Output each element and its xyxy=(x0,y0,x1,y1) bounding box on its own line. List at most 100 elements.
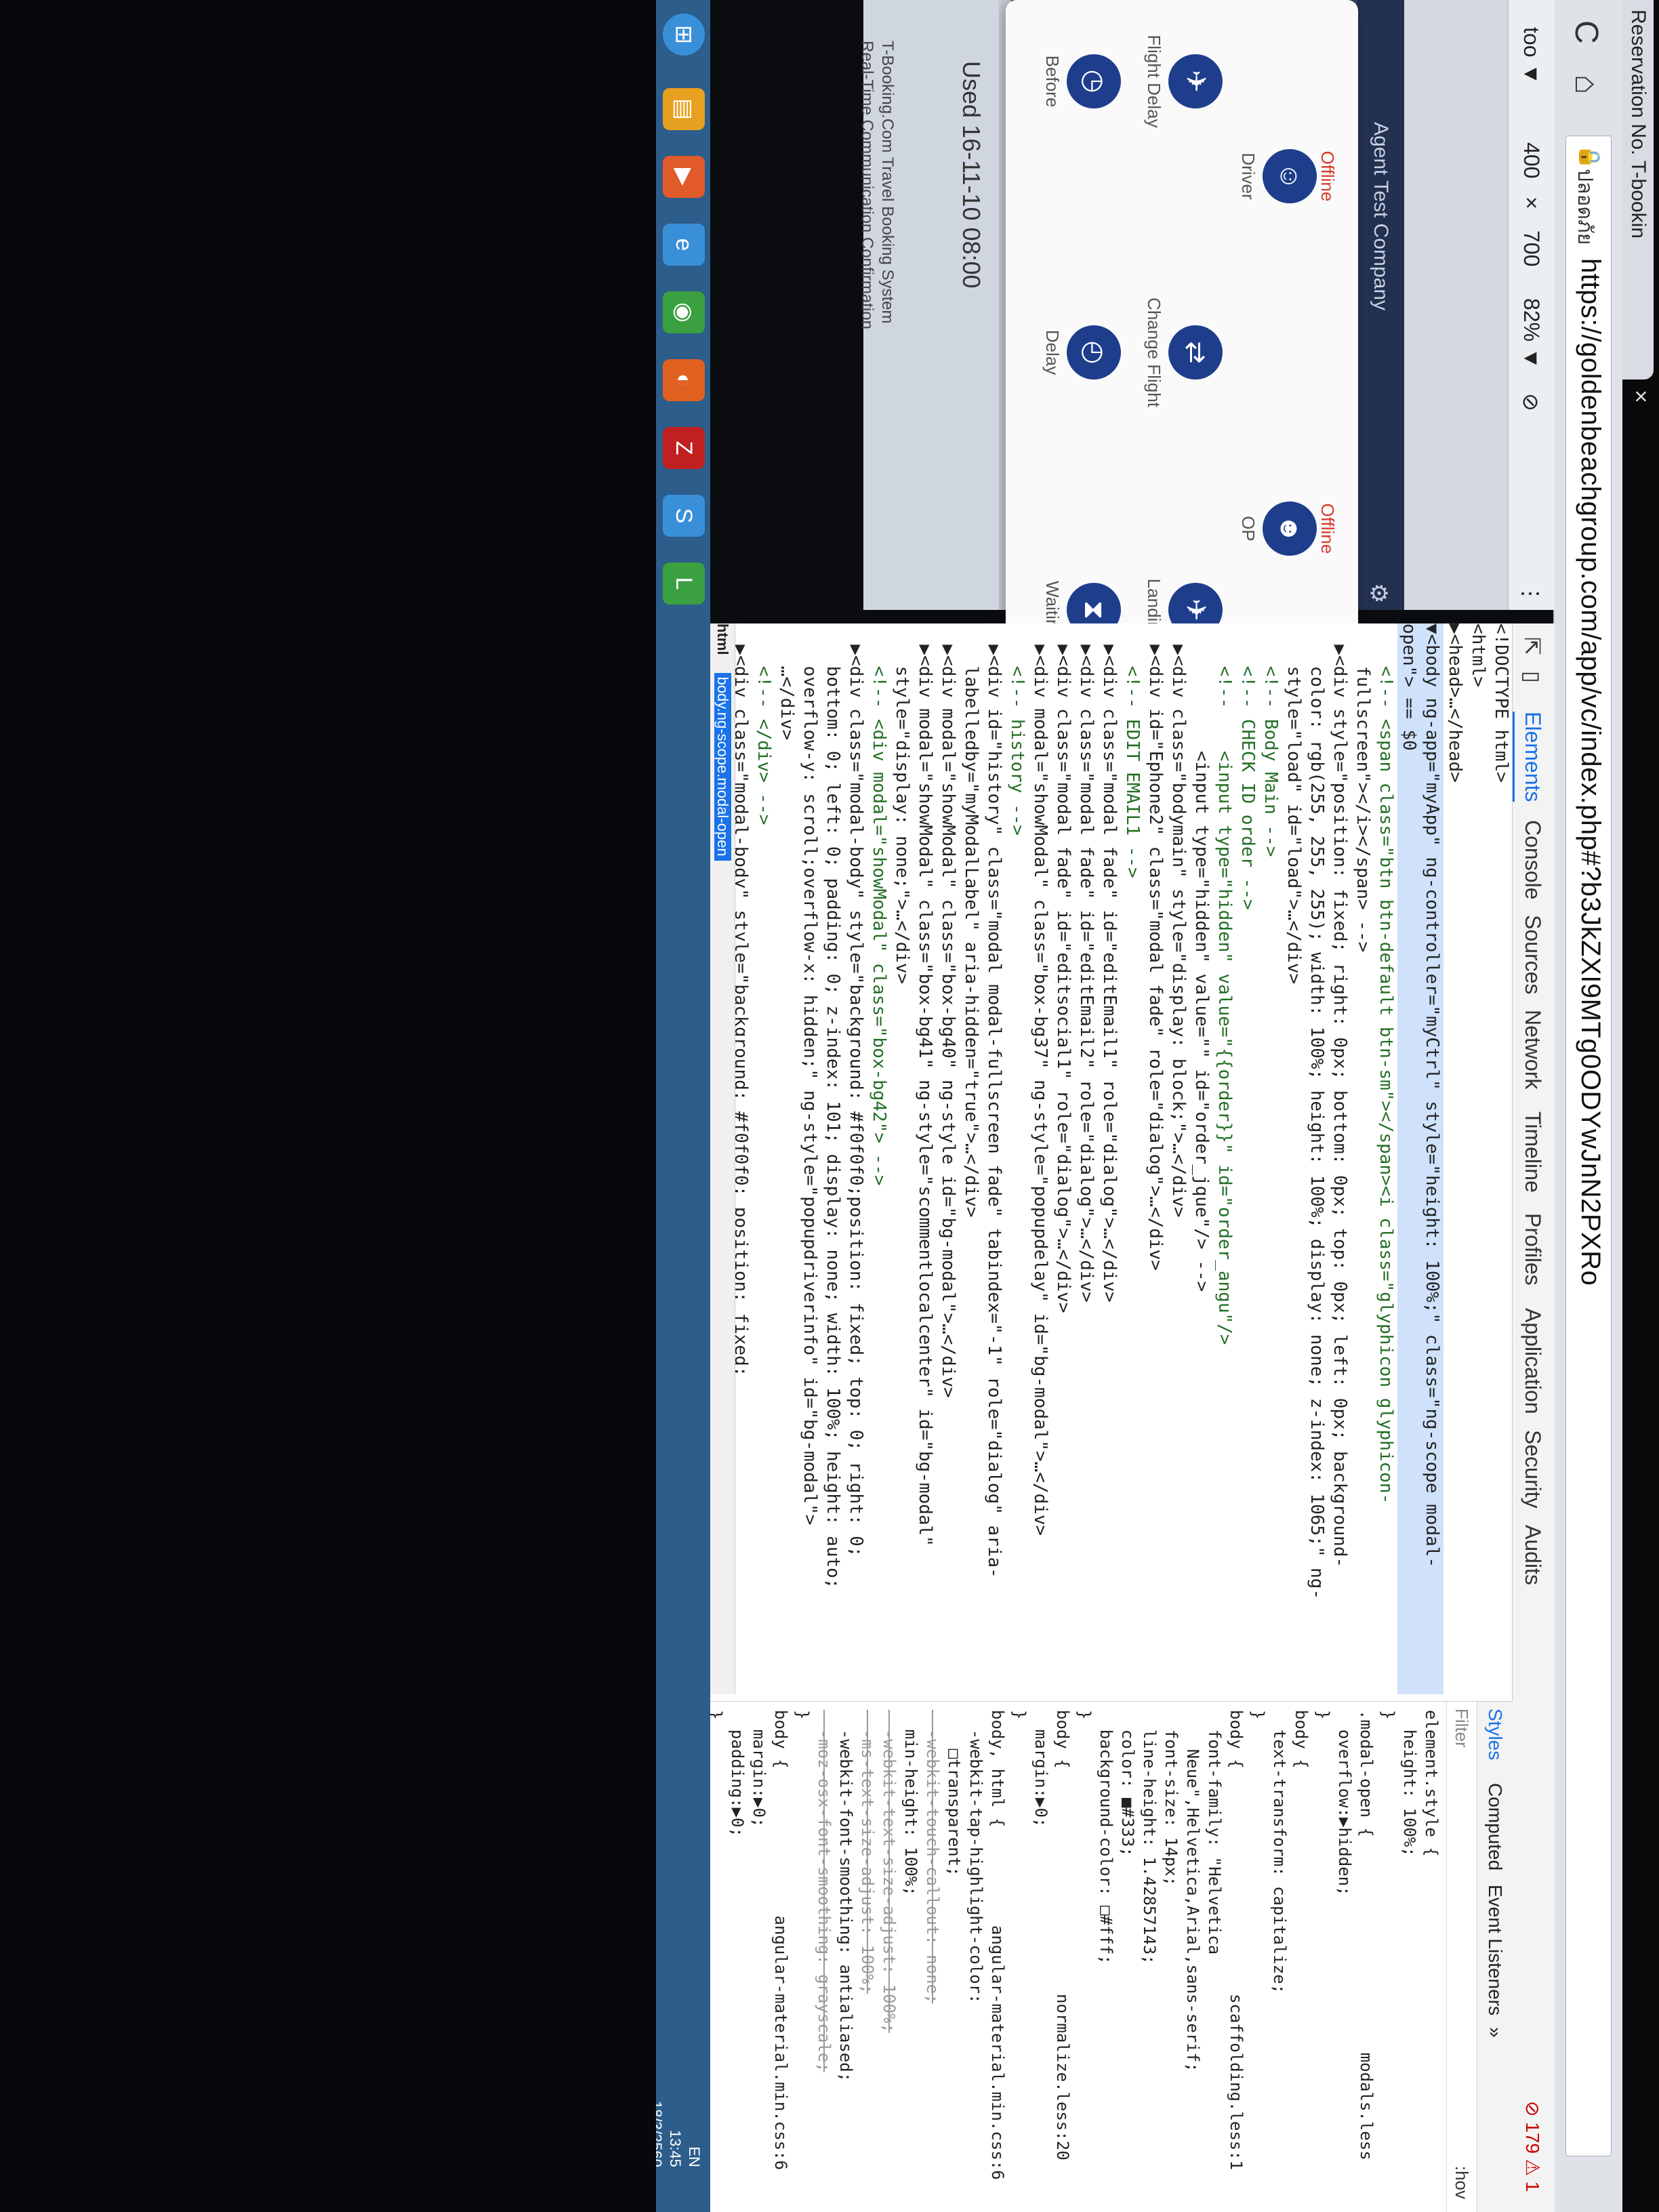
width-input[interactable]: 400 xyxy=(1519,142,1544,178)
company-name: Agent Test Company xyxy=(1370,122,1392,310)
hov-toggle[interactable]: :hov xyxy=(1447,2166,1477,2199)
code-line[interactable]: color: rgb(255, 255, 255); width: 100%; … xyxy=(1305,623,1328,1694)
css-rule-line: min-height: 100%; xyxy=(901,1710,920,1896)
code-line[interactable]: ▶<div id="Ephone2" class="modal fade" ro… xyxy=(1144,623,1167,1694)
code-line[interactable]: ▼<body ng-app="myApp" ng-controller="myC… xyxy=(1420,623,1443,1694)
code-line[interactable]: open"> == $0 xyxy=(1397,623,1420,1694)
rotate-icon[interactable]: ⊘ xyxy=(1518,393,1544,411)
breadcrumb-body[interactable]: body.ng-scope.modal-open xyxy=(714,672,731,861)
tab-timeline[interactable]: Timeline xyxy=(1520,1111,1545,1193)
device-mode-icon[interactable]: ▯ xyxy=(1519,671,1545,683)
flight-delay-cell[interactable]: ✈ Flight Delay xyxy=(1141,14,1223,149)
code-line[interactable]: <!-- Body Main --> xyxy=(1259,623,1282,1694)
gear-icon[interactable]: ⚙ xyxy=(1365,583,1392,603)
lock-icon: 🔒 xyxy=(1578,144,1601,170)
home-icon[interactable]: ⌂ xyxy=(1568,75,1605,94)
code-line[interactable]: <!-- </div> --> xyxy=(752,623,775,1694)
inspect-icon[interactable]: ⇱ xyxy=(1519,637,1545,655)
code-line[interactable]: overflow-y: scroll;overflow-x: hidden;" … xyxy=(798,623,821,1694)
breadcrumb-html[interactable]: html xyxy=(714,623,731,655)
skype-icon[interactable]: S xyxy=(663,495,705,537)
tab-security[interactable]: Security xyxy=(1520,1430,1545,1509)
code-line[interactable]: ▶<div style="position: fixed; right: 0px… xyxy=(1328,623,1351,1694)
tab-profiles[interactable]: Profiles xyxy=(1520,1213,1545,1286)
height-input[interactable]: 700 xyxy=(1519,230,1544,266)
code-line[interactable]: <!-- <span class="btn btn-default btn-sm… xyxy=(1374,623,1397,1694)
code-line[interactable]: ▶<div modal="showModal" class="box-bg41"… xyxy=(914,623,937,1694)
code-line[interactable]: <!-- <div modal="showModal" class="box-b… xyxy=(867,623,890,1694)
code-line[interactable]: ▶<div id="history" class="modal modal-fu… xyxy=(983,623,1006,1694)
code-line[interactable]: <!-- history --> xyxy=(1006,623,1029,1694)
tab-network[interactable]: Network xyxy=(1520,1010,1545,1089)
filezilla-icon[interactable]: Z xyxy=(663,427,705,469)
firefox-icon[interactable]: ◐ xyxy=(663,359,705,401)
code-line[interactable]: ▶<div class="modal fade" id="editEmail2"… xyxy=(1075,623,1098,1694)
devtools-tabs: ⇱ ▯ Elements Console Sources Network Tim… xyxy=(1512,623,1555,2212)
code-line[interactable]: <!-- <input type="hidden" value="{{order… xyxy=(1213,623,1236,1694)
code-line[interactable]: labelledby="myModalLabel" aria-hidden="t… xyxy=(960,623,983,1694)
change-flight-label: Change Flight xyxy=(1144,298,1164,407)
tab-elements[interactable]: Elements xyxy=(1513,712,1545,802)
css-rule-line: Neue",Helvetica,Arial,sans-serif; xyxy=(1183,1710,1202,2072)
zoom-select[interactable]: 82% ▼ xyxy=(1519,298,1544,369)
before-cell[interactable]: ◷ Before xyxy=(1040,14,1121,149)
tab-application[interactable]: Application xyxy=(1520,1308,1545,1414)
css-rule-line: background-color: □#fff; xyxy=(1097,1710,1115,1965)
used-timestamp: Used 16-11-10 08:00 xyxy=(958,61,985,289)
tab-styles[interactable]: Styles xyxy=(1484,1708,1506,1760)
reload-icon[interactable]: C xyxy=(1568,20,1605,44)
media-player-icon[interactable]: ▶ xyxy=(663,156,705,198)
code-line[interactable]: <input type="hidden" value="" id="order_… xyxy=(1190,623,1213,1694)
app-header: Agent Test Company ⚙ xyxy=(1357,0,1404,610)
code-line[interactable]: style="load" id="load">…</div> xyxy=(1282,623,1305,1694)
code-line[interactable]: <!-- EDIT EMAIL1 --> xyxy=(1121,623,1144,1694)
library-icon[interactable]: ▤ xyxy=(663,88,705,130)
code-line[interactable]: <!-- CHECK ID order --> xyxy=(1236,623,1259,1694)
tab-computed[interactable]: Computed xyxy=(1484,1783,1506,1870)
styles-filter[interactable]: Filter :hov xyxy=(1446,1702,1477,2212)
tab-audits[interactable]: Audits xyxy=(1520,1525,1545,1585)
code-line[interactable]: ▶<div class="modal fade" id="editsocial1… xyxy=(1052,623,1075,1694)
code-line[interactable]: fullscreen"></i></span> --> xyxy=(1351,623,1374,1694)
code-line[interactable]: ▶<div modal="showModal" class="box-bg37"… xyxy=(1029,623,1052,1694)
ie-icon[interactable]: e xyxy=(663,224,705,266)
code-line[interactable]: style="display: none;">…</div> xyxy=(890,623,914,1694)
code-line[interactable]: bottom: 0; left: 0; padding: 0; z-index:… xyxy=(821,623,844,1694)
line-icon[interactable]: L xyxy=(663,562,705,605)
device-select[interactable]: too ▼ xyxy=(1519,27,1544,85)
delay-cell[interactable]: ◴ Delay xyxy=(1040,285,1121,420)
code-line[interactable]: ▶<div class="modal fade" id="editEmail1"… xyxy=(1098,623,1121,1694)
error-count-badge[interactable]: ⊘ 179 ⚠ 1 xyxy=(1521,2101,1544,2192)
code-line[interactable]: ▶<div modal="showModal" class="box-bg40"… xyxy=(937,623,960,1694)
code-line[interactable]: ▶<div class="bodymain" style="display: b… xyxy=(1167,623,1190,1694)
url-text[interactable]: https://goldenbeachgroup.com/app/vc/inde… xyxy=(1575,258,1605,1286)
styles-pane: Styles Computed Event Listeners » Filter… xyxy=(710,1701,1513,2212)
start-icon[interactable]: ⊞ xyxy=(663,14,705,56)
css-rule-line: -webkit-font-smoothing: antialiased; xyxy=(836,1710,855,2083)
address-bar[interactable]: 🔒 ปลอดภัย https://goldenbeachgroup.com/a… xyxy=(1565,136,1612,2156)
more-tabs-icon[interactable]: » xyxy=(1484,2027,1506,2038)
driver-cell[interactable]: Offline ☺ Driver xyxy=(1238,108,1338,244)
op-cell[interactable]: Offline ☻ OP xyxy=(1238,461,1338,596)
css-rule-line: body { scaffolding.less:1 xyxy=(1227,1710,1246,2171)
code-line[interactable]: <html> xyxy=(1467,623,1490,1694)
code-line[interactable]: …</div> xyxy=(775,623,798,1694)
css-rule-line: padding:▶0; xyxy=(728,1710,747,1837)
menu-dots-icon[interactable]: ⋮ xyxy=(1518,583,1544,605)
tab-sources[interactable]: Sources xyxy=(1520,915,1545,994)
code-line[interactable]: <!DOCTYPE html> xyxy=(1490,623,1513,1694)
rotated-screen: Reservation No. T-bookin × C ⌂ 🔒 ปลอดภัย… xyxy=(0,0,1659,2212)
filter-input[interactable]: Filter xyxy=(1452,1708,1472,1748)
op-icon: ☻ xyxy=(1263,501,1317,556)
elements-tree[interactable]: <!DOCTYPE html> <html> ▶<head>…</head> ▼<bo… xyxy=(710,623,1513,1694)
code-line[interactable]: ▶<div class="modal-body" style="backgrou… xyxy=(844,623,867,1694)
tab-console[interactable]: Console xyxy=(1520,820,1545,899)
code-line[interactable]: ▶<head>…</head> xyxy=(1443,623,1467,1694)
tab-event-listeners[interactable]: Event Listeners xyxy=(1484,1885,1506,2015)
chrome-icon[interactable]: ◉ xyxy=(663,291,705,333)
driver-icon: ☺ xyxy=(1263,149,1317,203)
devtools-panel: ⇱ ▯ Elements Console Sources Network Tim… xyxy=(710,623,1555,2212)
change-flight-cell[interactable]: ⇄ Change Flight xyxy=(1141,285,1223,420)
browser-tab[interactable]: Reservation No. T-bookin xyxy=(1622,0,1654,380)
tab-close-icon[interactable]: × xyxy=(1627,390,1654,403)
